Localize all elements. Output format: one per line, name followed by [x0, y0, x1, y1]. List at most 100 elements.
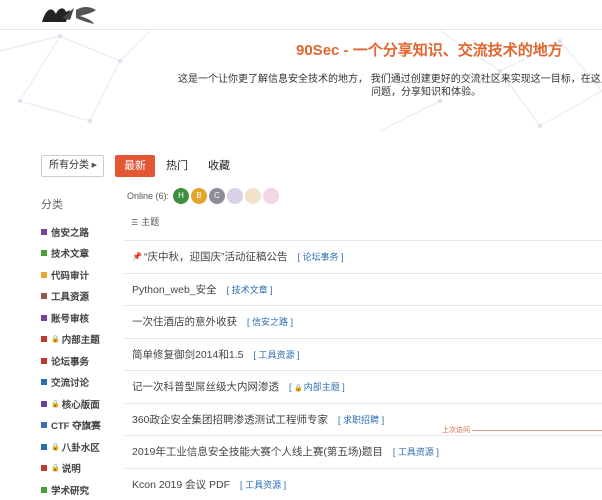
sidebar-item[interactable]: 信安之路	[41, 221, 101, 243]
topic-title[interactable]: Python_web_安全	[132, 282, 217, 297]
sidebar-heading: 分类	[41, 199, 63, 211]
online-label: Online (6):	[127, 191, 170, 201]
topic-title[interactable]: 360政企安全集团招聘渗透测试工程师专家	[132, 412, 328, 427]
category-color-square	[41, 314, 47, 321]
top-bar	[0, 0, 602, 30]
sidebar-item-label: 学术研究	[51, 485, 90, 497]
topic-title[interactable]: 一次住酒店的意外收获	[132, 314, 237, 329]
topic-category-label: 工具资源	[397, 447, 434, 458]
topic-category-tag[interactable]: [ 工具资源 ]	[393, 445, 439, 458]
category-color-square	[41, 357, 47, 364]
topic-category-tag[interactable]: [ 信安之路 ]	[247, 315, 293, 328]
topic-list: 📌 “庆中秋，迎国庆”活动征稿公告 [ 论坛事务 ] Python_web_安全 [ 技…	[124, 240, 602, 500]
topic-category-label: 工具资源	[245, 479, 282, 490]
pin-icon: 📌	[132, 252, 142, 262]
topic-title[interactable]: “庆中秋，迎国庆”活动征稿公告	[144, 249, 288, 264]
topic-title[interactable]: Kcon 2019 会议 PDF	[132, 477, 230, 492]
category-color-square	[41, 486, 47, 493]
category-color-square	[41, 422, 47, 429]
all-categories-dropdown[interactable]: 所有分类 ▶	[41, 155, 104, 177]
topic-row[interactable]: 上次访问 2019年工业信息安全技能大赛个人线上赛(第五场)题目 [ 工具资源 ]	[124, 425, 602, 468]
sidebar-item[interactable]: 技术文章	[41, 243, 101, 265]
sidebar-item[interactable]: 代码审计	[41, 264, 101, 286]
topic-row[interactable]: 📌 “庆中秋，迎国庆”活动征稿公告 [ 论坛事务 ]	[124, 240, 602, 273]
sidebar-item-label: 工具资源	[51, 292, 90, 304]
user-avatar[interactable]: C	[209, 188, 226, 204]
topic-row[interactable]: 一次住酒店的意外收获 [ 信安之路 ]	[124, 305, 602, 338]
sidebar-item-label: 核心版面	[61, 399, 100, 411]
last-visit-divider: 上次访问	[440, 425, 602, 440]
topic-category-label: 技术文章	[231, 284, 268, 295]
sidebar-item-label: 论坛事务	[51, 356, 90, 368]
sidebar-item[interactable]: 🔒 核心版面	[41, 393, 101, 415]
user-avatar[interactable]	[263, 188, 280, 204]
sidebar-item-label: 代码审计	[51, 270, 90, 282]
topic-category-tag[interactable]: [ 技术文章 ]	[227, 283, 273, 296]
tab-hot[interactable]: 热门	[166, 155, 188, 177]
topic-column-label: 主题	[141, 217, 160, 227]
category-color-square	[41, 443, 47, 450]
online-users: Online (6): HBC	[127, 186, 281, 206]
user-avatar[interactable]: H	[173, 188, 190, 204]
sidebar-category-list: 信安之路 技术文章 代码审计 工具资源 账号审核 🔒 内部主题 论坛事务 交流讨论 🔒 核心版面 CT…	[41, 221, 101, 500]
user-avatar[interactable]: B	[191, 188, 208, 204]
hero-banner: 90Sec - 一个分享知识、交流技术的地方 这是一个让你更了解信息安全技术的地…	[0, 31, 602, 141]
lock-icon: 🔒	[51, 465, 60, 473]
user-avatar[interactable]	[245, 188, 262, 204]
sidebar-item-label: 信安之路	[51, 227, 90, 239]
topic-category-label: 工具资源	[258, 349, 295, 360]
category-color-square	[41, 228, 47, 235]
category-color-square	[41, 271, 47, 278]
topic-category-tag[interactable]: [ 工具资源 ]	[253, 348, 299, 361]
category-color-square	[41, 400, 47, 407]
topic-row[interactable]: 简单修复御剑2014和1.5 [ 工具资源 ]	[124, 337, 602, 371]
sidebar-item[interactable]: 工具资源	[41, 286, 101, 308]
sidebar-item[interactable]: 交流讨论	[41, 372, 101, 394]
topic-title[interactable]: 记一次科普型屌丝级大内网渗透	[132, 379, 279, 394]
sidebar-item[interactable]: 🔒 八卦水区	[41, 436, 101, 458]
topic-category-tag[interactable]: [ 工具资源 ]	[240, 478, 286, 491]
user-avatar[interactable]	[227, 188, 244, 204]
topic-category-tag[interactable]: [ 论坛事务 ]	[297, 250, 343, 263]
tab-favorites[interactable]: 收藏	[208, 155, 230, 177]
sidebar-item[interactable]: 🔒 内部主题	[41, 329, 101, 351]
sidebar-item[interactable]: 🔒 说明	[41, 458, 101, 480]
category-color-square	[41, 465, 47, 472]
topic-category-label: 求职招聘	[343, 414, 380, 425]
lock-icon: 🔒	[51, 443, 60, 451]
sidebar-item-label: 账号审核	[51, 313, 90, 325]
sidebar-item[interactable]: 账号审核	[41, 307, 101, 329]
topic-row[interactable]: Python_web_安全 [ 技术文章 ]	[124, 272, 602, 306]
last-visit-label: 上次访问	[440, 425, 472, 435]
topic-category-label: 内部主题	[303, 382, 340, 393]
topic-category-label: 信安之路	[252, 317, 289, 328]
topic-category-tag[interactable]: [ 🔒内部主题 ]	[289, 380, 345, 393]
site-description-line2: 问题，分享知识和体验。	[371, 87, 481, 98]
site-tagline: 90Sec - 一个分享知识、交流技术的地方	[296, 42, 563, 59]
topic-title[interactable]: 2019年工业信息安全技能大赛个人线上赛(第五场)题目	[132, 444, 383, 459]
list-icon: ☰	[131, 218, 139, 227]
category-color-square	[41, 379, 47, 386]
topic-row[interactable]: Kcon 2019 会议 PDF [ 工具资源 ]	[124, 467, 602, 500]
lock-icon: 🔒	[294, 385, 303, 393]
sidebar-item-label: 八卦水区	[61, 442, 100, 454]
lock-icon: 🔒	[51, 400, 60, 408]
sidebar-item-label: 说明	[61, 464, 81, 476]
category-color-square	[41, 336, 47, 343]
sidebar-item[interactable]: CTF 夺旗赛	[41, 415, 101, 437]
lock-icon: 🔒	[51, 336, 60, 344]
sidebar-item-label: 技术文章	[51, 249, 90, 261]
sidebar-item[interactable]: 学术研究	[41, 479, 101, 500]
topic-row[interactable]: 记一次科普型屌丝级大内网渗透 [ 🔒内部主题 ]	[124, 370, 602, 403]
topic-category-tag[interactable]: [ 求职招聘 ]	[338, 413, 384, 426]
sidebar-item-label: 交流讨论	[51, 378, 90, 390]
topic-title[interactable]: 简单修复御剑2014和1.5	[132, 347, 243, 362]
category-color-square	[41, 250, 47, 257]
topic-column-header: ☰ 主题	[131, 215, 159, 228]
sidebar-item-label: 内部主题	[61, 335, 100, 347]
tab-latest[interactable]: 最新	[115, 155, 155, 177]
caret-right-icon: ▶	[91, 162, 97, 169]
sidebar-item[interactable]: 论坛事务	[41, 350, 101, 372]
category-color-square	[41, 293, 47, 300]
site-logo[interactable]	[40, 4, 100, 26]
